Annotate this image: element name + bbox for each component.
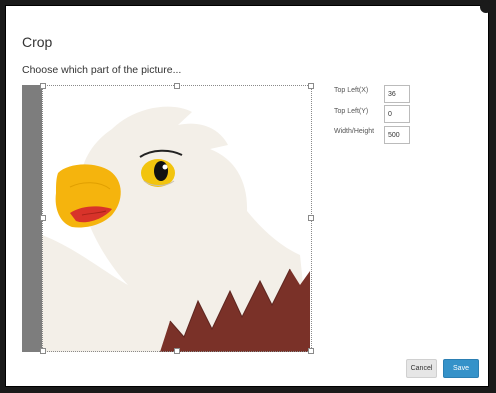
- crop-handle-top-right[interactable]: [308, 83, 314, 89]
- cancel-button[interactable]: Cancel: [406, 359, 437, 378]
- crop-handle-bottom-left[interactable]: [40, 348, 46, 354]
- dialog-subtitle: Choose which part of the picture...: [22, 64, 182, 76]
- top-left-x-input[interactable]: [384, 85, 410, 103]
- top-left-y-input[interactable]: [384, 105, 410, 123]
- top-left-y-label: Top Left(Y): [334, 108, 369, 115]
- crop-dialog: Crop Choose which part of the picture...: [6, 1, 492, 386]
- crop-selection-box[interactable]: [42, 85, 312, 352]
- crop-handle-bottom[interactable]: [174, 348, 180, 354]
- save-button[interactable]: Save: [443, 359, 479, 378]
- top-left-x-label: Top Left(X): [334, 87, 369, 94]
- crop-handle-left[interactable]: [40, 215, 46, 221]
- image-edge-strip: [22, 85, 42, 352]
- crop-canvas[interactable]: [22, 83, 314, 354]
- crop-handle-top[interactable]: [174, 83, 180, 89]
- dialog-title: Crop: [22, 34, 53, 50]
- crop-handle-right[interactable]: [308, 215, 314, 221]
- width-height-input[interactable]: [384, 126, 410, 144]
- close-icon[interactable]: [480, 1, 492, 13]
- width-height-label: Width/Height: [334, 128, 375, 135]
- crop-handle-bottom-right[interactable]: [308, 348, 314, 354]
- crop-handle-top-left[interactable]: [40, 83, 46, 89]
